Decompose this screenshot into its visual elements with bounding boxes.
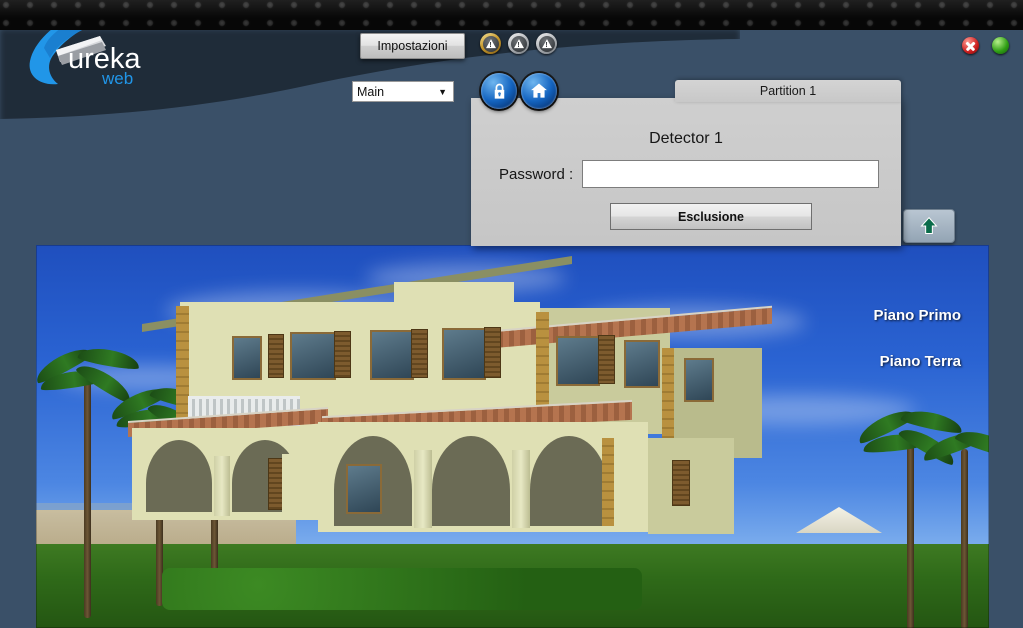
app-root: Piano Primo Piano Terra !!!!!!!! 2015-05…	[0, 0, 1023, 628]
svg-text:web: web	[101, 69, 133, 88]
up-arrow-icon[interactable]	[903, 209, 955, 243]
header-gloss	[0, 0, 1023, 30]
password-row: Password :	[499, 159, 879, 189]
detector-title: Detector 1	[649, 130, 723, 147]
password-label: Password :	[499, 165, 574, 183]
zone-select[interactable]: Main ▼	[352, 81, 454, 102]
floor-label-piano-terra[interactable]: Piano Terra	[880, 353, 961, 370]
ok-circle-icon[interactable]	[992, 37, 1009, 54]
zone-select-value: Main	[357, 84, 385, 99]
floor-label-piano-primo[interactable]: Piano Primo	[873, 307, 961, 324]
error-circle-icon[interactable]	[962, 37, 979, 54]
partition-tab[interactable]: Partition 1	[675, 80, 901, 102]
floorplan-scene[interactable]: Piano Primo Piano Terra !!!!!!!!	[36, 245, 989, 628]
alert-icon-3[interactable]: !	[536, 33, 557, 54]
password-input[interactable]	[582, 160, 879, 188]
exclusion-button[interactable]: Esclusione	[610, 203, 812, 230]
settings-button[interactable]: Impostazioni	[360, 33, 465, 59]
alert-icon-2[interactable]: !	[508, 33, 529, 54]
alert-icon-1[interactable]: !	[480, 33, 501, 54]
detector-panel: Detector 1 Password : Esclusione	[471, 98, 901, 246]
villa-building	[128, 255, 882, 610]
home-icon[interactable]	[521, 73, 557, 109]
app-header	[0, 0, 1023, 30]
hedge	[162, 568, 642, 610]
lock-icon[interactable]	[481, 73, 517, 109]
chevron-down-icon: ▼	[438, 86, 447, 97]
